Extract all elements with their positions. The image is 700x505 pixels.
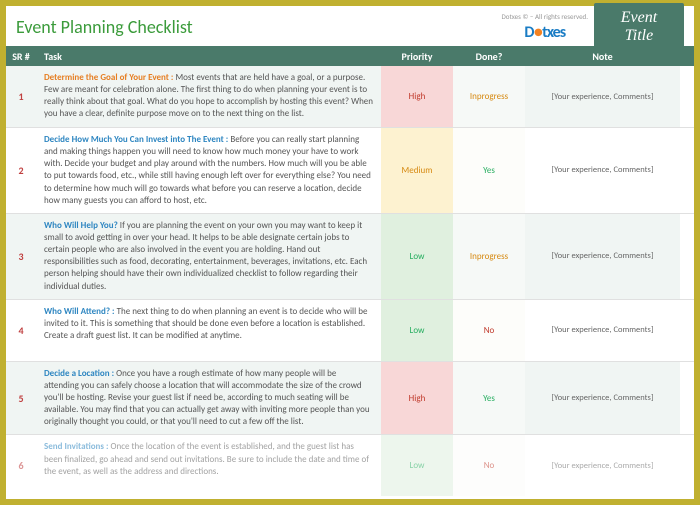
priority-value: Low [410,460,425,471]
cell-done[interactable]: No [453,300,525,361]
cell-done[interactable]: Yes [453,128,525,213]
logo-dot-icon: ● [533,23,542,42]
cell-task[interactable]: Decide a Location : Once you have a roug… [36,362,381,435]
priority-value: High [409,91,426,102]
cell-done[interactable]: Inprogress [453,214,525,299]
cell-priority[interactable]: High [381,362,453,435]
cell-sr: 3 [6,214,36,299]
cell-task[interactable]: Determine the Goal of Your Event : Most … [36,66,381,127]
header: Event Planning Checklist Dotxes © – All … [6,6,694,46]
cell-task[interactable]: Decide How Much You Can Invest into The … [36,128,381,213]
logo-text: D●txes [524,23,565,42]
done-value: Yes [483,393,495,404]
col-header-sr: SR # [6,50,36,63]
priority-value: Low [410,325,425,336]
table-row: 1Determine the Goal of Your Event : Most… [6,66,694,128]
task-title: Who Will Attend? : [44,306,115,317]
table-row: 6Send Invitations : Once the location of… [6,435,694,496]
cell-done[interactable]: Inprogress [453,66,525,127]
task-title: Decide How Much You Can Invest into The … [44,134,228,145]
task-title: Decide a Location : [44,368,114,379]
cell-priority[interactable]: High [381,66,453,127]
col-header-priority: Priority [381,50,453,63]
logo-copyright: Dotxes © – All rights reserved. [501,12,588,21]
done-value: Inprogress [470,91,508,102]
cell-priority[interactable]: Low [381,300,453,361]
priority-value: Low [410,251,425,262]
table-row: 3Who Will Help You? If you are planning … [6,214,694,300]
cell-note[interactable]: [Your experience, Comments] [525,128,680,213]
cell-priority[interactable]: Medium [381,128,453,213]
cell-sr: 4 [6,300,36,361]
table-body: 1Determine the Goal of Your Event : Most… [6,66,694,496]
priority-value: Medium [402,165,433,176]
page-title: Event Planning Checklist [16,16,193,38]
cell-note[interactable]: [Your experience, Comments] [525,300,680,361]
event-title-box[interactable]: Event Title [594,3,684,51]
cell-done[interactable]: No [453,435,525,496]
done-value: No [484,325,495,336]
cell-note[interactable]: [Your experience, Comments] [525,66,680,127]
logo: Dotxes © – All rights reserved. D●txes [501,12,588,42]
table-row: 4Who Will Attend? : The next thing to do… [6,300,694,362]
table-row: 2 Decide How Much You Can Invest into The… [6,128,694,214]
cell-note[interactable]: [Your experience, Comments] [525,214,680,299]
cell-task[interactable]: Who Will Attend? : The next thing to do … [36,300,381,361]
cell-sr: 5 [6,362,36,435]
cell-task[interactable]: Send Invitations : Once the location of … [36,435,381,496]
col-header-task: Task [36,50,381,63]
task-title: Who Will Help You? [44,220,118,231]
cell-sr: 1 [6,66,36,127]
task-title: Send Invitations : [44,441,109,452]
header-right: Dotxes © – All rights reserved. D●txes E… [501,3,684,51]
table-row: 5Decide a Location : Once you have a rou… [6,362,694,436]
cell-note[interactable]: [Your experience, Comments] [525,435,680,496]
cell-priority[interactable]: Low [381,214,453,299]
cell-done[interactable]: Yes [453,362,525,435]
table-header: SR # Task Priority Done? Note [6,46,694,66]
col-header-note: Note [525,50,680,63]
cell-sr: 2 [6,128,36,213]
done-value: Inprogress [470,251,508,262]
cell-note[interactable]: [Your experience, Comments] [525,362,680,435]
done-value: No [484,460,495,471]
task-title: Determine the Goal of Your Event : [44,72,173,83]
col-header-done: Done? [453,50,525,63]
cell-task[interactable]: Who Will Help You? If you are planning t… [36,214,381,299]
priority-value: High [409,393,426,404]
cell-sr: 6 [6,435,36,496]
cell-priority[interactable]: Low [381,435,453,496]
done-value: Yes [483,165,495,176]
